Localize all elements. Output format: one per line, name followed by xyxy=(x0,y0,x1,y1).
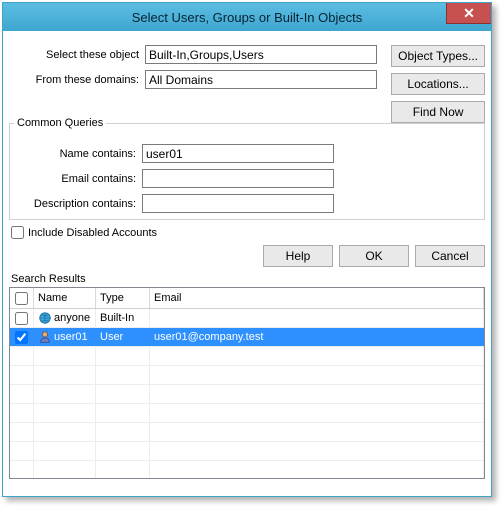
description-contains-label: Description contains: xyxy=(16,198,142,210)
include-disabled-label: Include Disabled Accounts xyxy=(28,227,157,239)
title-bar[interactable]: Select Users, Groups or Built-In Objects… xyxy=(3,3,491,31)
table-row-empty xyxy=(10,385,484,404)
row-type-cell[interactable]: User xyxy=(96,328,150,346)
common-queries-legend: Common Queries xyxy=(14,117,106,129)
grid-header-name[interactable]: Name xyxy=(34,288,96,308)
include-disabled-checkbox[interactable]: Include Disabled Accounts xyxy=(11,226,485,239)
row-name-cell[interactable]: user01 xyxy=(34,328,96,346)
grid-body[interactable]: anyone Built-In user01 Useruser01@company.t… xyxy=(10,309,484,478)
close-icon: ✕ xyxy=(463,6,475,20)
row-name: anyone xyxy=(54,312,90,324)
cancel-button[interactable]: Cancel xyxy=(415,245,485,267)
email-contains-input[interactable] xyxy=(142,169,334,188)
results-grid: Name Type Email anyone Built-In user01 User… xyxy=(9,287,485,479)
ok-button[interactable]: OK xyxy=(339,245,409,267)
globe-icon xyxy=(38,311,52,325)
grid-header: Name Type Email xyxy=(10,288,484,309)
email-contains-label: Email contains: xyxy=(16,173,142,185)
table-row-empty xyxy=(10,423,484,442)
domain-label: From these domains: xyxy=(9,74,145,86)
object-types-field[interactable] xyxy=(145,45,377,64)
row-email-cell[interactable] xyxy=(150,309,484,327)
common-queries-group: Common Queries Name contains: Email cont… xyxy=(9,123,485,220)
row-email-cell[interactable]: user01@company.test xyxy=(150,328,484,346)
locations-button[interactable]: Locations... xyxy=(391,73,485,95)
object-label: Select these object xyxy=(9,49,145,61)
table-row-empty xyxy=(10,442,484,461)
table-row[interactable]: user01 Useruser01@company.test xyxy=(10,328,484,347)
close-button[interactable]: ✕ xyxy=(446,3,491,24)
row-type-cell[interactable]: Built-In xyxy=(96,309,150,327)
row-check-cell[interactable] xyxy=(10,328,34,346)
table-row-empty xyxy=(10,347,484,366)
include-disabled-input[interactable] xyxy=(11,226,24,239)
grid-header-type[interactable]: Type xyxy=(96,288,150,308)
user-icon xyxy=(38,330,52,344)
table-row-empty xyxy=(10,461,484,478)
window-title: Select Users, Groups or Built-In Objects xyxy=(132,10,362,25)
find-now-button[interactable]: Find Now xyxy=(391,101,485,123)
row-name: user01 xyxy=(54,331,88,343)
row-checkbox[interactable] xyxy=(15,312,28,325)
table-row-empty xyxy=(10,366,484,385)
grid-header-check[interactable] xyxy=(10,288,34,308)
row-checkbox[interactable] xyxy=(15,331,28,344)
table-row-empty xyxy=(10,404,484,423)
row-name-cell[interactable]: anyone xyxy=(34,309,96,327)
help-button[interactable]: Help xyxy=(263,245,333,267)
dialog-window: Select Users, Groups or Built-In Objects… xyxy=(2,2,492,497)
domain-field[interactable] xyxy=(145,70,377,89)
select-all-checkbox[interactable] xyxy=(15,292,28,305)
search-results-label: Search Results xyxy=(11,273,485,285)
description-contains-input[interactable] xyxy=(142,194,334,213)
name-contains-label: Name contains: xyxy=(16,148,142,160)
grid-header-email[interactable]: Email xyxy=(150,288,484,308)
object-types-button[interactable]: Object Types... xyxy=(391,45,485,67)
name-contains-input[interactable] xyxy=(142,144,334,163)
row-check-cell[interactable] xyxy=(10,309,34,327)
table-row[interactable]: anyone Built-In xyxy=(10,309,484,328)
